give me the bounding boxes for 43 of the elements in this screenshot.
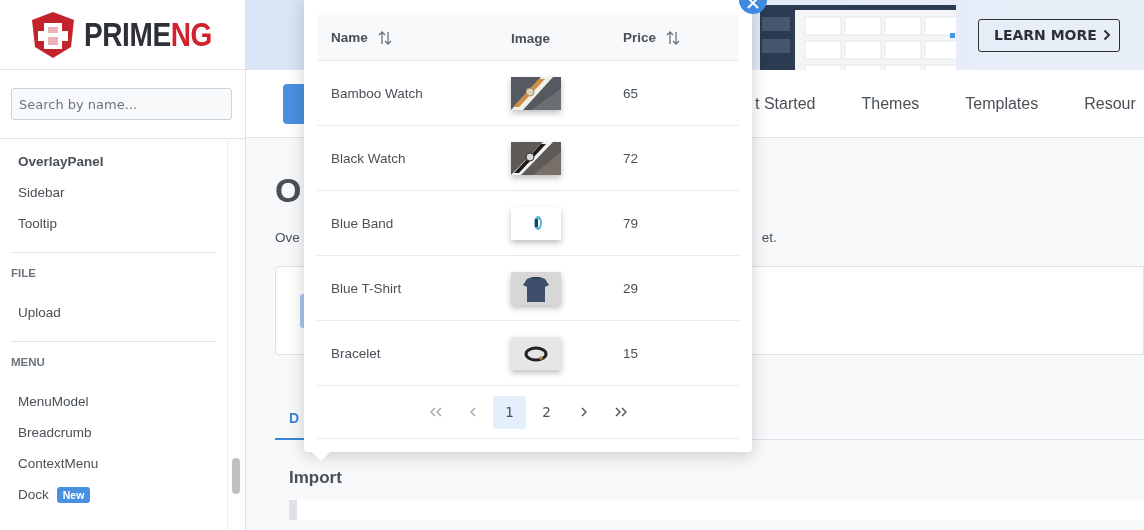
table-cell: Bracelet bbox=[317, 320, 497, 386]
page-title: O bbox=[275, 171, 303, 211]
chevron-right-icon bbox=[1102, 29, 1111, 41]
description-text: et. bbox=[761, 230, 777, 245]
section-heading: Import bbox=[289, 468, 343, 488]
table-cell: 65 bbox=[609, 60, 739, 126]
table-cell: Blue T-Shirt bbox=[317, 255, 497, 321]
close-icon bbox=[747, 0, 759, 9]
nav-link[interactable]: Templates bbox=[965, 94, 1039, 113]
column-header: Image bbox=[497, 15, 609, 61]
table-cell: Blue Band bbox=[317, 190, 497, 256]
sidebar-item[interactable]: Tooltip bbox=[11, 216, 58, 231]
new-badge: New bbox=[56, 486, 91, 503]
sidebar-item[interactable]: ContextMenu bbox=[11, 456, 99, 471]
table-cell: 72 bbox=[609, 125, 739, 191]
column-header[interactable]: Price bbox=[609, 15, 739, 61]
scrollbar-thumb[interactable] bbox=[232, 458, 240, 494]
column-header[interactable]: Name bbox=[317, 15, 497, 61]
section-heading: MENU bbox=[11, 356, 46, 370]
nav-link[interactable]: t Started bbox=[755, 94, 816, 113]
sidebar-item[interactable]: Dock bbox=[11, 487, 49, 502]
learn-more-button[interactable]: LEARN MORE bbox=[978, 18, 1120, 52]
sidebar-item[interactable]: Sidebar bbox=[11, 185, 65, 200]
page-button[interactable]: 2 bbox=[530, 395, 563, 429]
section-heading: FILE bbox=[11, 267, 37, 281]
logo-icon bbox=[30, 10, 76, 59]
nav-link[interactable]: Resour bbox=[1084, 94, 1136, 113]
double-chevron-left-icon bbox=[428, 406, 443, 418]
table-cell: Black Watch bbox=[317, 125, 497, 191]
primeng-logo[interactable]: PRIMENG bbox=[30, 10, 235, 59]
table-cell: 29 bbox=[609, 255, 739, 321]
description-text: Ove bbox=[275, 230, 300, 245]
table-cell: 15 bbox=[609, 320, 739, 386]
table-cell: 79 bbox=[609, 190, 739, 256]
nav-link[interactable]: Themes bbox=[861, 94, 920, 113]
sidebar-item[interactable]: Breadcrumb bbox=[11, 425, 92, 440]
table-cell: Bamboo Watch bbox=[317, 60, 497, 126]
search-field[interactable]: Search by name... bbox=[11, 88, 232, 120]
sidebar-item[interactable]: MenuModel bbox=[11, 394, 89, 409]
double-chevron-right-icon bbox=[613, 406, 628, 418]
page-button[interactable]: 1 bbox=[493, 395, 526, 429]
sidebar-item[interactable]: OverlayPanel bbox=[11, 154, 104, 169]
sidebar-item[interactable]: Upload bbox=[11, 305, 61, 320]
